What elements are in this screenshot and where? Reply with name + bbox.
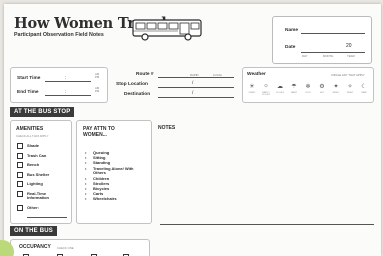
amenity-checkbox[interactable] [17,181,23,188]
weather-windy-icon[interactable]: ✦ [332,82,340,90]
notes-heading: NOTES [158,125,176,131]
route-box: Route # RAPID LOCAL Stop Location / Dest… [110,67,240,103]
start-time-field[interactable] [45,81,91,82]
destination-slash: / [192,91,194,96]
weather-dark-icon[interactable]: ☾ [360,82,368,90]
bus-stop-section-header: AT THE BUS STOP [10,107,75,117]
name-label: Name [285,28,299,33]
stop-location-slash: / [192,81,194,86]
occupancy-hint: CHECK ONE [57,246,74,250]
attention-item: Traveling Alone/ With Others [93,165,134,176]
amenity-label: Lighting [27,181,43,187]
amenity-checkbox[interactable] [17,162,23,169]
notes-box: NOTES [156,120,376,225]
amenity-checkbox[interactable] [17,143,23,149]
weather-cloudy-icon[interactable]: ☁ [276,82,284,90]
weather-option-label: DARK [361,92,367,94]
weather-option-label: COLD [305,92,311,94]
weather-option-label: SUNNY [248,92,256,94]
weather-hint: CIRCLE ANY THAT APPLY [331,73,365,77]
amenities-hint: CHECK ALL THAT APPLY [16,134,49,138]
bus-illustration [132,19,202,41]
weather-night-icon[interactable]: ✧ [346,82,354,90]
rapid-option[interactable]: RAPID [190,73,199,77]
amenities-box: AMENITIES CHECK ALL THAT APPLY Shade Tras… [10,120,72,224]
weather-partly-cloudy-icon[interactable]: ☼ [262,82,270,90]
end-time-label: End Time [17,90,39,95]
start-pm[interactable]: PM [95,75,99,79]
bullet-icon: • [85,196,87,202]
start-time-label: Start Time [17,76,41,81]
attention-heading: PAY ATTN TO WOMEN... [83,126,115,138]
name-date-box: Name Date 20 DAY MONTH YEAR [272,16,372,64]
weather-sunny-icon[interactable]: ☀ [248,82,256,90]
occupancy-box: OCCUPANCY CHECK ONE [10,239,150,256]
date-label: Date [285,45,296,50]
weather-option-label: NIGHT [346,92,354,94]
weather-option-label: CLOUDY [275,92,285,94]
date-day-caption: DAY [302,54,308,58]
amenity-label: Other: [27,205,39,210]
page-subtitle: Participant Observation Field Notes [14,32,104,38]
weather-option-label: RAINY [290,92,298,94]
end-pm[interactable]: PM [95,89,99,93]
weather-box: Weather CIRCLE ANY THAT APPLY ☀ SUNNY ☼ PAR… [242,67,374,103]
stop-location-label: Stop Location [116,82,148,87]
destination-field[interactable] [158,97,234,98]
weather-cold-icon[interactable]: ❄ [304,82,312,90]
notes-line[interactable] [160,224,374,225]
date-field[interactable] [301,52,365,53]
occupancy-heading: OCCUPANCY [19,244,51,250]
amenities-heading: AMENITIES [16,126,44,132]
amenity-checkbox[interactable] [17,191,23,197]
start-am-pm[interactable]: AM PM [95,72,99,80]
amenity-label: Shade [27,143,40,148]
weather-rainy-icon[interactable]: ☂ [290,82,298,90]
destination-label: Destination [124,92,151,97]
amenity-other-field[interactable] [27,216,67,218]
end-time-field[interactable] [45,95,91,96]
attention-item: Wheelchairs [93,196,117,202]
amenity-label: Bus Shelter [27,171,50,177]
on-bus-section-header: ON THE BUS [10,226,58,236]
amenity-label: Real-Time Information [27,191,49,201]
weather-hot-icon[interactable]: ⚙ [318,82,326,90]
local-option[interactable]: LOCAL [213,73,222,77]
amenity-label: Bench [27,162,40,168]
end-am-pm[interactable]: AM PM [95,86,99,94]
year-prefix: 20 [346,43,352,49]
route-number-label: Route # [136,72,154,77]
route-number-field[interactable] [158,77,234,78]
amenity-checkbox[interactable] [17,152,23,159]
date-year-caption: YEAR [347,54,355,58]
amenity-checkbox[interactable] [17,205,23,211]
name-field[interactable] [301,33,365,34]
time-box: Start Time : AM PM End Time : AM PM [10,67,108,103]
amenity-label: Trash Can [27,152,47,158]
field-notes-sheet: How Women Travel Participant Observation… [4,4,381,256]
attention-box: PAY ATTN TO WOMEN... • Queuing • Sitting • St… [76,120,152,224]
bullet-icon: • [85,165,87,171]
weather-label: Weather [247,72,266,77]
weather-option-label: WINDY [332,92,340,94]
date-month-caption: MONTH [323,54,334,58]
amenity-checkbox[interactable] [17,171,23,178]
weather-option-label: HOT [319,92,325,94]
weather-option-label: PARTLY CLOUDY [261,92,271,96]
end-time-colon: : [65,90,67,95]
stop-location-field[interactable] [158,87,234,88]
start-time-colon: : [65,76,67,81]
